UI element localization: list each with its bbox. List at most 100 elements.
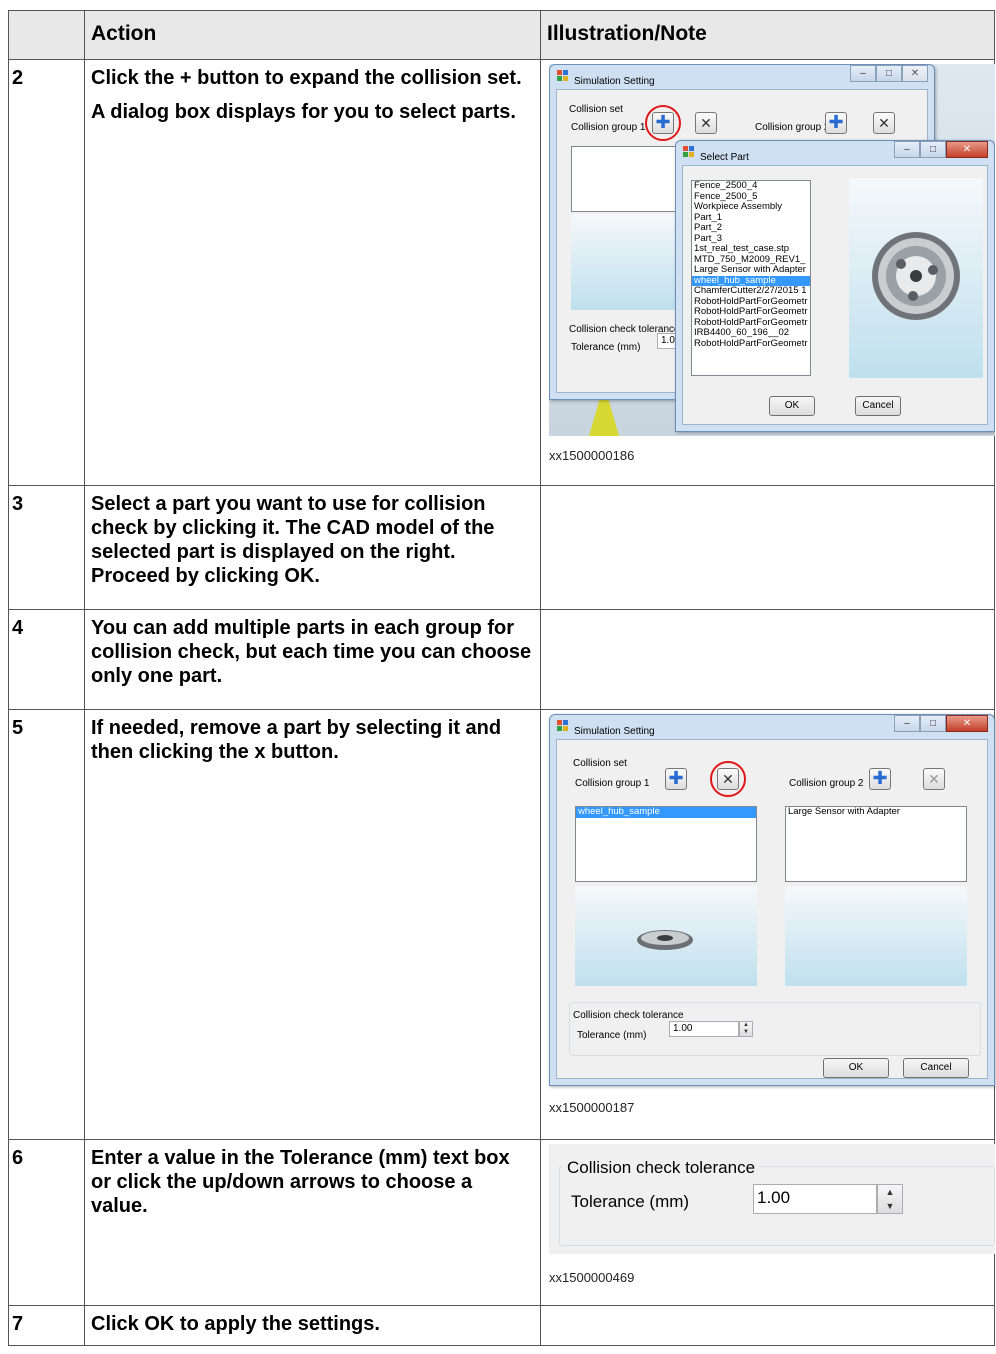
step-illustration: [540, 485, 995, 610]
remove-part-button-group2[interactable]: ✕: [923, 768, 945, 790]
group2-label: Collision group 2: [755, 122, 830, 133]
step-number: 3: [8, 485, 85, 610]
window-controls: – □ ✕: [850, 65, 928, 82]
table-row: 4 You can add multiple parts in each gro…: [8, 609, 995, 710]
minimize-icon[interactable]: –: [894, 715, 920, 732]
figure-reference: xx1500000469: [549, 1270, 635, 1285]
step-number: 2: [8, 59, 85, 486]
action-text-part: Enter a value in the: [91, 1147, 280, 1169]
step-illustration: Collision check tolerance Tolerance (mm)…: [540, 1139, 995, 1306]
close-icon[interactable]: ✕: [946, 715, 988, 732]
remove-part-button-group2[interactable]: ✕: [873, 112, 895, 134]
list-item[interactable]: wheel_hub_sample: [576, 807, 756, 818]
step-action: Enter a value in the Tolerance (mm) text…: [84, 1139, 541, 1306]
cancel-button[interactable]: Cancel: [855, 396, 901, 416]
step-action: Click OK to apply the settings.: [84, 1305, 541, 1346]
step-action: If needed, remove a part by selecting it…: [84, 709, 541, 1140]
action-text: A dialog box displays for you to select …: [91, 101, 516, 123]
step-number: 6: [8, 1139, 85, 1306]
dialog-body: Fence_2500_4 Fence_2500_5 Workpiece Assemb…: [682, 165, 988, 425]
dialog-controls: – □ ✕: [894, 141, 988, 158]
action-text-bold: OK: [284, 565, 315, 587]
parts-listbox[interactable]: Fence_2500_4 Fence_2500_5 Workpiece Assemb…: [691, 180, 811, 376]
step-action: Select a part you want to use for collis…: [84, 485, 541, 610]
table-row: 5 If needed, remove a part by selecting …: [8, 709, 995, 1140]
action-text: Click the + button to expand the collisi…: [91, 66, 534, 90]
maximize-icon[interactable]: □: [920, 141, 946, 158]
tolerance-label: Tolerance (mm): [577, 1030, 647, 1041]
window-title-bar: Simulation Setting – □ ✕: [550, 65, 934, 87]
maximize-icon[interactable]: □: [920, 715, 946, 732]
step-action: Click the + button to expand the collisi…: [84, 59, 541, 486]
step-number: 7: [8, 1305, 85, 1346]
action-text-bold: x: [254, 741, 266, 763]
group1-listbox[interactable]: wheel_hub_sample: [575, 806, 757, 882]
action-text-bold: Tolerance (mm): [279, 1147, 428, 1169]
step-action: You can add multiple parts in each group…: [84, 609, 541, 710]
ok-button[interactable]: OK: [823, 1058, 889, 1078]
highlight-circle: [645, 105, 681, 141]
group2-label: Collision group 2: [789, 778, 864, 789]
add-part-button-group1[interactable]: ✚: [665, 768, 687, 790]
app-icon: [683, 146, 694, 157]
list-item[interactable]: Part_2: [692, 222, 810, 234]
list-item[interactable]: Large Sensor with Adapter: [786, 807, 966, 818]
add-part-button-group2[interactable]: ✚: [825, 112, 847, 134]
close-icon[interactable]: ✕: [946, 141, 988, 158]
group1-preview: [575, 886, 757, 986]
action-text-part: Click: [91, 1313, 145, 1335]
illustration-frame: Collision check tolerance Tolerance (mm)…: [549, 1144, 995, 1254]
simulation-setting-window: Simulation Setting – □ ✕ Collision set C…: [549, 714, 995, 1086]
add-part-button-group2[interactable]: ✚: [869, 768, 891, 790]
ok-button[interactable]: OK: [769, 396, 815, 416]
list-item[interactable]: RobotHoldPartForGeometr: [692, 338, 810, 350]
header-illustration: Illustration/Note: [540, 10, 995, 60]
list-item[interactable]: RobotHoldPartForGeometr: [692, 306, 810, 318]
window-controls: – □ ✕: [894, 715, 988, 732]
tolerance-group-label: Collision check tolerance: [563, 1156, 760, 1180]
tolerance-spinner[interactable]: ▲ ▼: [739, 1021, 753, 1037]
dialog-title: Select Part: [700, 152, 749, 163]
action-text-part: .: [314, 565, 320, 587]
list-item[interactable]: Workpiece Assembly: [692, 201, 810, 213]
cancel-button[interactable]: Cancel: [903, 1058, 969, 1078]
window-title: Simulation Setting: [574, 76, 655, 87]
close-icon[interactable]: ✕: [902, 65, 928, 82]
action-text-part: to apply the settings.: [174, 1313, 380, 1335]
list-item[interactable]: Fence_2500_4: [692, 181, 810, 192]
tolerance-input[interactable]: 1.00: [753, 1184, 877, 1214]
tolerance-input[interactable]: 1.00: [669, 1021, 739, 1037]
table-row: 2 Click the + button to expand the colli…: [8, 59, 995, 486]
maximize-icon[interactable]: □: [876, 65, 902, 82]
group2-listbox[interactable]: Large Sensor with Adapter: [785, 806, 967, 882]
window-title-bar: Simulation Setting – □ ✕: [550, 715, 994, 737]
step-number: 5: [8, 709, 85, 1140]
app-icon: [557, 70, 568, 81]
header-step-number: [8, 10, 85, 60]
action-text-part: button.: [265, 741, 339, 763]
illustration-frame: Simulation Setting – □ ✕ Collision set C…: [549, 64, 995, 436]
tolerance-spinner[interactable]: ▲ ▼: [877, 1184, 903, 1214]
table-row: 3 Select a part you want to use for coll…: [8, 485, 995, 610]
step-illustration: [540, 609, 995, 710]
tolerance-label: Tolerance (mm): [571, 342, 641, 353]
table-header-row: Action Illustration/Note: [8, 10, 995, 60]
minimize-icon[interactable]: –: [894, 141, 920, 158]
list-item[interactable]: 1st_real_test_case.stp: [692, 243, 810, 255]
remove-part-button-group1[interactable]: ✕: [695, 112, 717, 134]
select-part-dialog: Select Part – □ ✕ Fence_2500_4 Fence_2500…: [675, 140, 995, 432]
list-item[interactable]: ChamferCutter2/27/2015 1: [692, 285, 810, 297]
window-title: Simulation Setting: [574, 726, 655, 737]
part-preview: [849, 178, 983, 378]
step-illustration: Simulation Setting – □ ✕ Collision set C…: [540, 59, 995, 486]
list-item[interactable]: Large Sensor with Adapter: [692, 264, 810, 276]
minimize-icon[interactable]: –: [850, 65, 876, 82]
highlight-circle: [710, 761, 746, 797]
illustration-frame: Simulation Setting – □ ✕ Collision set C…: [549, 714, 995, 1086]
group1-listbox[interactable]: [571, 146, 691, 212]
table-row: 6 Enter a value in the Tolerance (mm) te…: [8, 1139, 995, 1306]
group1-label: Collision group 1: [575, 778, 650, 789]
step-number: 4: [8, 609, 85, 710]
list-item[interactable]: IRB4400_60_196__02: [692, 327, 810, 339]
group1-label: Collision group 1: [571, 122, 646, 133]
